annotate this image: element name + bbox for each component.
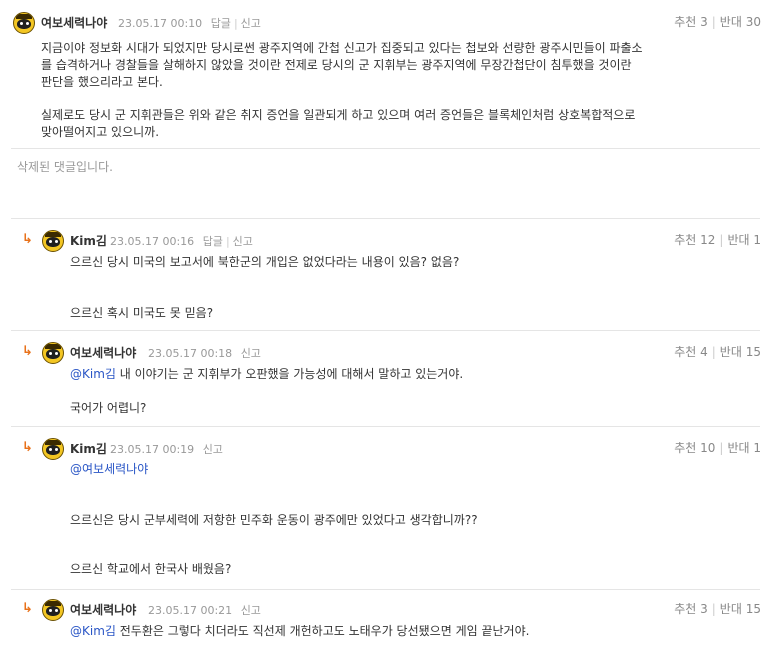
upvote-count: 4: [700, 345, 708, 359]
downvote-count: 1: [753, 233, 761, 247]
comment-text-line: 맞아떨어지고 있으니까.: [41, 125, 160, 139]
downvote-count: 1: [753, 441, 761, 455]
upvote-label[interactable]: 추천: [674, 441, 696, 455]
downvote-label[interactable]: 반대: [727, 233, 749, 247]
comment-meta: 23.05.17 00:10 답글 | 신고: [118, 17, 261, 30]
reply-link[interactable]: 답글: [211, 17, 231, 30]
user-avatar[interactable]: [42, 230, 64, 252]
user-mention[interactable]: @Kim김: [70, 624, 116, 638]
comment-author[interactable]: Kim김: [70, 232, 107, 249]
upvote-label[interactable]: 추천: [674, 15, 696, 29]
comment-date: 23.05.17 00:19: [110, 443, 195, 456]
reply-arrow-icon: ↳: [22, 232, 33, 247]
comment-text-line: 으르신 혹시 미국도 못 믿음?: [70, 306, 214, 320]
upvote-label[interactable]: 추천: [674, 345, 696, 359]
reply-comment-item: ↳ Kim김 23.05.17 00:16 답글 | 신고 추천 12 | 반대 1 으…: [0, 218, 771, 330]
comment-date: 23.05.17 00:21: [148, 604, 233, 617]
reply-comment-item: ↳ 여보세력나야 23.05.17 00:21 신고 추천 3 | 반대 15 @K…: [0, 589, 771, 658]
downvote-count: 15: [745, 602, 761, 616]
comment-date: 23.05.17 00:10: [118, 17, 203, 30]
report-link[interactable]: 신고: [241, 604, 261, 617]
vote-counts: 추천 4 | 반대 15: [674, 345, 761, 359]
comment-text-line: @여보세력나야: [70, 460, 148, 477]
comment-date: 23.05.17 00:18: [148, 347, 233, 360]
comment-text-line: 를 습격하거나 경찰들을 살해하지 않았을 것이란 전제로 당시의 군 지휘부는…: [41, 58, 632, 72]
comment-text: 전두환은 그렇다 치더라도 직선제 개헌하고도 노태우가 당선됐으면 게임 끝난…: [115, 624, 530, 638]
comment-text-line: 으르신 학교에서 한국사 배웠음?: [70, 562, 232, 576]
reply-arrow-icon: ↳: [22, 601, 33, 616]
comment-author[interactable]: 여보세력나야: [70, 601, 136, 618]
comment-divider: [11, 148, 760, 149]
downvote-label[interactable]: 반대: [727, 441, 749, 455]
deleted-comment-notice: 삭제된 댓글입니다.: [17, 160, 113, 174]
report-link[interactable]: 신고: [233, 235, 253, 248]
upvote-count: 3: [700, 602, 708, 616]
vote-counts: 추천 3 | 반대 15: [674, 602, 761, 616]
comment-meta: 23.05.17 00:16 답글 | 신고: [110, 235, 253, 248]
comment-text-line: 실제로도 당시 군 지휘관들은 위와 같은 취지 증언을 일관되게 하고 있으며…: [41, 108, 636, 122]
comment-meta: 23.05.17 00:19 신고: [110, 441, 223, 457]
comment-text-line: @Kim김 내 이야기는 군 지휘부가 오판했을 가능성에 대해서 말하고 있는…: [70, 365, 463, 382]
vote-counts: 추천 10 | 반대 1: [674, 441, 761, 455]
comment-date: 23.05.17 00:16: [110, 235, 195, 248]
user-avatar[interactable]: [42, 599, 64, 621]
user-avatar[interactable]: [42, 438, 64, 460]
vote-counts: 추천 3 | 반대 30: [674, 15, 761, 29]
user-mention[interactable]: @여보세력나야: [70, 462, 148, 476]
comment-meta: 23.05.17 00:21 신고: [148, 602, 261, 618]
comment-text-line: 으르신 당시 미국의 보고서에 북한군의 개입은 없었다라는 내용이 있음? 없…: [70, 255, 460, 269]
comment-text-line: 판단을 했으리라고 본다.: [41, 75, 163, 89]
reply-arrow-icon: ↳: [22, 440, 33, 455]
upvote-label[interactable]: 추천: [674, 602, 696, 616]
comment-text-line: @Kim김 전두환은 그렇다 치더라도 직선제 개헌하고도 노태우가 당선됐으면…: [70, 622, 529, 639]
reply-link[interactable]: 답글: [203, 235, 223, 248]
comment-text-line: 지금이야 정보화 시대가 되었지만 당시로썬 광주지역에 간첩 신고가 집중되고…: [41, 41, 643, 55]
upvote-label[interactable]: 추천: [674, 233, 696, 247]
downvote-count: 30: [745, 15, 761, 29]
reply-arrow-icon: ↳: [22, 344, 33, 359]
comment-meta: 23.05.17 00:18 신고: [148, 345, 261, 361]
downvote-label[interactable]: 반대: [720, 602, 742, 616]
report-link[interactable]: 신고: [241, 17, 261, 30]
comment-author[interactable]: Kim김: [70, 440, 107, 457]
reply-comment-item: ↳ 여보세력나야 23.05.17 00:18 신고 추천 4 | 반대 15 @K…: [0, 330, 771, 426]
downvote-count: 15: [745, 345, 761, 359]
user-mention[interactable]: @Kim김: [70, 367, 116, 381]
vote-counts: 추천 12 | 반대 1: [674, 233, 761, 247]
comment-text-line: 으르신은 당시 군부세력에 저항한 민주화 운동이 광주에만 있었다고 생각합니…: [70, 513, 478, 527]
user-avatar[interactable]: [13, 12, 35, 34]
upvote-count: 12: [700, 233, 716, 247]
comment-text-line: 국어가 어렵니?: [70, 401, 147, 415]
comment-author[interactable]: 여보세력나야: [70, 344, 136, 361]
user-avatar[interactable]: [42, 342, 64, 364]
comment-item: 여보세력나야 23.05.17 00:10 답글 | 신고 추천 3 | 반대 30 지…: [0, 0, 771, 148]
comment-author[interactable]: 여보세력나야: [41, 14, 107, 31]
upvote-count: 3: [700, 15, 708, 29]
report-link[interactable]: 신고: [241, 347, 261, 360]
comment-text: 내 이야기는 군 지휘부가 오판했을 가능성에 대해서 말하고 있는거야.: [115, 367, 464, 381]
reply-comment-item: ↳ Kim김 23.05.17 00:19 신고 추천 10 | 반대 1 @여보세…: [0, 426, 771, 589]
report-link[interactable]: 신고: [203, 443, 223, 456]
downvote-label[interactable]: 반대: [720, 345, 742, 359]
downvote-label[interactable]: 반대: [720, 15, 742, 29]
upvote-count: 10: [700, 441, 716, 455]
